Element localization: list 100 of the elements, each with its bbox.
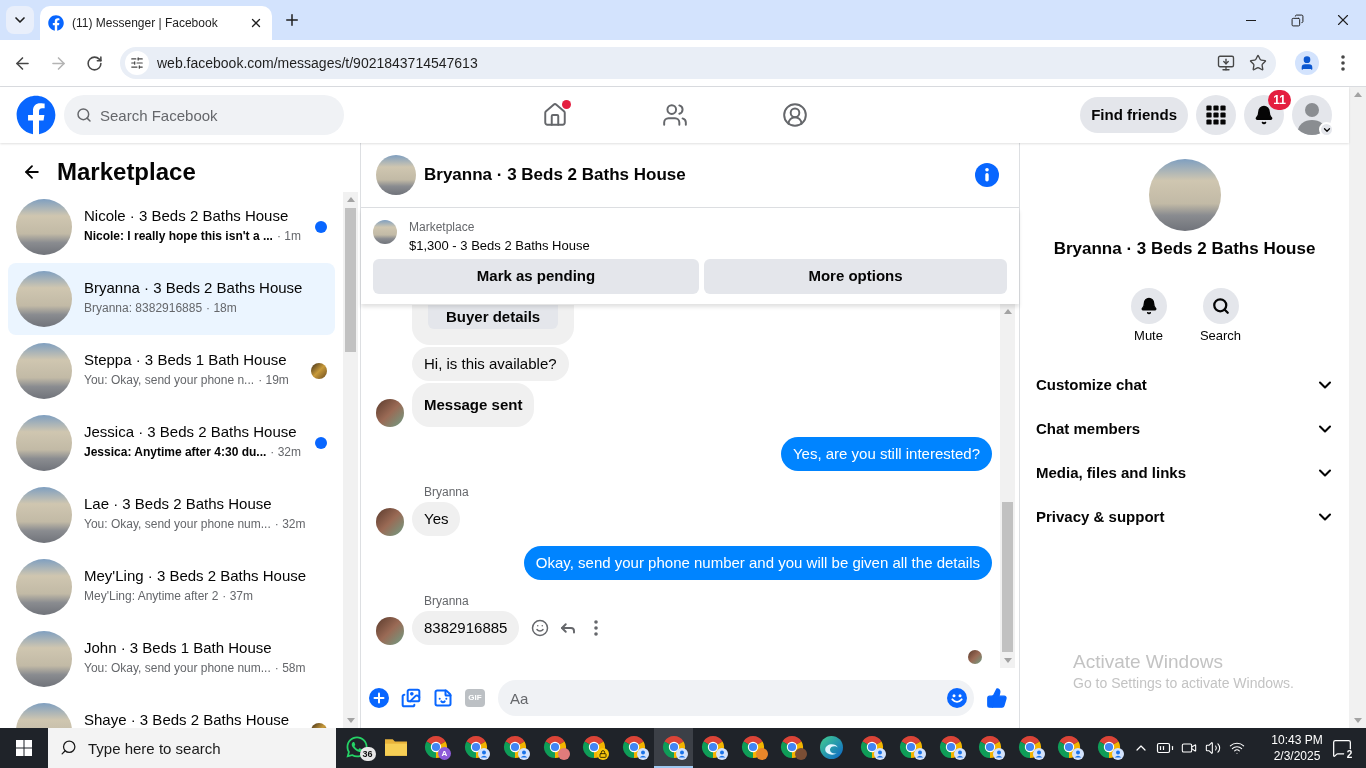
- minimize-icon: [1246, 19, 1256, 21]
- chat-title: Bryanna · 3 Beds 2 Baths House: [424, 164, 686, 187]
- message-preview: You: Okay, send your phone num...: [84, 660, 271, 676]
- chevron-badge-icon: [1319, 122, 1334, 137]
- plus-icon: [283, 11, 301, 29]
- back-button[interactable]: [22, 162, 42, 182]
- house-photo: [16, 271, 72, 327]
- buyer-details-button[interactable]: Buyer details: [428, 305, 559, 329]
- message-input[interactable]: Aa: [498, 680, 974, 716]
- sticker-icon: [433, 688, 453, 708]
- activate-windows-title: Activate Windows: [1073, 650, 1224, 674]
- facebook-logo-icon: [48, 15, 64, 31]
- images-icon: [401, 688, 421, 708]
- folder-icon: [385, 738, 408, 756]
- notification-count: 11: [1268, 90, 1291, 110]
- thumbs-up-icon: [986, 687, 1008, 709]
- house-photo: [16, 559, 72, 615]
- message-bubble: Yes: [412, 502, 461, 536]
- clock[interactable]: 10:43 PM 2/3/2025: [1268, 728, 1326, 768]
- message-time: · 1m: [276, 228, 301, 244]
- address-field[interactable]: web.facebook.com/messages/t/9021843714547613: [120, 47, 1276, 79]
- house-photo: [16, 415, 72, 471]
- restore-icon: [1290, 13, 1304, 27]
- grid-icon: [1206, 105, 1226, 125]
- swirl-logo-icon: [820, 735, 844, 759]
- message-time: · 32m: [274, 516, 306, 532]
- accordion-row[interactable]: Media, files and links: [1020, 451, 1349, 495]
- message-preview: Mey'Ling: Anytime after 2: [84, 588, 219, 604]
- wifi-icon[interactable]: [1228, 740, 1245, 756]
- notification-count: 2: [1344, 749, 1355, 761]
- mute-button[interactable]: Mute: [1116, 288, 1181, 344]
- activate-windows-text: Go to Settings to activate Windows.: [1073, 674, 1294, 692]
- list-scrollbar[interactable]: [343, 192, 358, 728]
- house-photo: [376, 155, 416, 195]
- sender-name: Bryanna: [424, 594, 469, 608]
- react-button[interactable]: [530, 618, 551, 638]
- messages-scrollbar[interactable]: [1000, 304, 1015, 668]
- action-center-button[interactable]: [1331, 737, 1353, 759]
- conversation-item[interactable]: Bryanna · 3 Beds 2 Baths House Bryanna: 8382916885 · 18m: [8, 263, 335, 335]
- house-photo: [16, 199, 72, 255]
- smiley-icon[interactable]: [947, 688, 967, 708]
- person-badge-icon: [913, 748, 926, 760]
- conversation-name: Shaye · 3 Beds 2 Baths House: [84, 711, 290, 728]
- info-icon[interactable]: [975, 163, 999, 187]
- search-icon: [76, 107, 92, 123]
- account-button[interactable]: [1292, 95, 1332, 135]
- taskbar-app-button[interactable]: [653, 728, 694, 768]
- sliders-icon[interactable]: [125, 51, 149, 75]
- scrollbar-thumb[interactable]: [1002, 502, 1013, 652]
- message-bubble: 8382916885: [412, 611, 520, 645]
- notifications-button[interactable]: [1244, 95, 1284, 135]
- people-icon: [662, 102, 688, 128]
- person-badge-icon: [636, 748, 649, 760]
- message-bubble: Hi, is this available?: [412, 347, 569, 381]
- accordion-row[interactable]: Chat members: [1020, 407, 1349, 451]
- bell-icon: [1254, 105, 1274, 125]
- listing-action-button[interactable]: More options: [704, 259, 1007, 294]
- listing-title: $1,300 - 3 Beds 2 Baths House: [409, 237, 590, 254]
- panel-title: Marketplace: [57, 158, 196, 186]
- taskbar-app-button[interactable]: 36: [337, 728, 377, 768]
- person-silhouette-icon: [1292, 95, 1332, 135]
- message-preview: Bryanna: 8382916885: [84, 300, 203, 316]
- speech-bubble-icon: [1332, 738, 1352, 758]
- facebook-logo-icon[interactable]: [16, 95, 56, 135]
- scrollbar-thumb[interactable]: [345, 208, 356, 352]
- search-field[interactable]: Search Facebook: [64, 95, 344, 135]
- person-badge-icon: [478, 748, 491, 760]
- conversation-name: Bryanna · 3 Beds 2 Baths House: [84, 279, 303, 297]
- message-preview: Nicole: I really hope this isn't a ...: [84, 228, 273, 244]
- smiley-icon: [531, 619, 550, 637]
- camera-icon[interactable]: [1180, 740, 1197, 756]
- listing-action-button[interactable]: Mark as pending: [373, 259, 699, 294]
- star-icon: [1249, 54, 1267, 72]
- accordion-row[interactable]: Customize chat: [1020, 363, 1349, 407]
- listing-source: Marketplace: [409, 219, 475, 235]
- accordion-row[interactable]: Privacy & support: [1020, 495, 1349, 539]
- chrome-icon: [582, 735, 607, 759]
- person-circle-icon: [782, 102, 808, 128]
- person-badge-icon: [676, 748, 689, 760]
- plus-circle-icon: [369, 688, 389, 708]
- tab-search-button[interactable]: [6, 6, 34, 34]
- find-friends-button[interactable]: Find friends: [1080, 97, 1188, 133]
- person-badge-icon: [715, 748, 728, 760]
- person-badge-icon: [1111, 748, 1124, 760]
- message-preview: Jessica: Anytime after 4:30 du...: [84, 444, 267, 460]
- taskbar-app-button[interactable]: A: [416, 728, 456, 768]
- search-button[interactable]: Search: [1188, 288, 1253, 344]
- speaker-icon[interactable]: [1204, 740, 1221, 756]
- person-badge-icon: [953, 748, 966, 760]
- monitor-download-icon: [1217, 54, 1235, 72]
- menu-button[interactable]: [1196, 95, 1236, 135]
- close-icon: [249, 16, 263, 30]
- browser-tab[interactable]: (11) Messenger | Facebook: [40, 6, 272, 40]
- conversation-name: Steppa · 3 Beds 1 Bath House: [84, 351, 287, 369]
- taskbar-search-field[interactable]: Type here to search: [48, 728, 336, 768]
- conversation-name: John · 3 Beds 1 Bath House: [84, 639, 272, 657]
- conversation-name: Nicole · 3 Beds 2 Baths House: [84, 207, 289, 225]
- windows-logo-icon: [16, 740, 32, 756]
- house-photo: [16, 487, 72, 543]
- conversation-name: Lae · 3 Beds 2 Baths House: [84, 495, 272, 513]
